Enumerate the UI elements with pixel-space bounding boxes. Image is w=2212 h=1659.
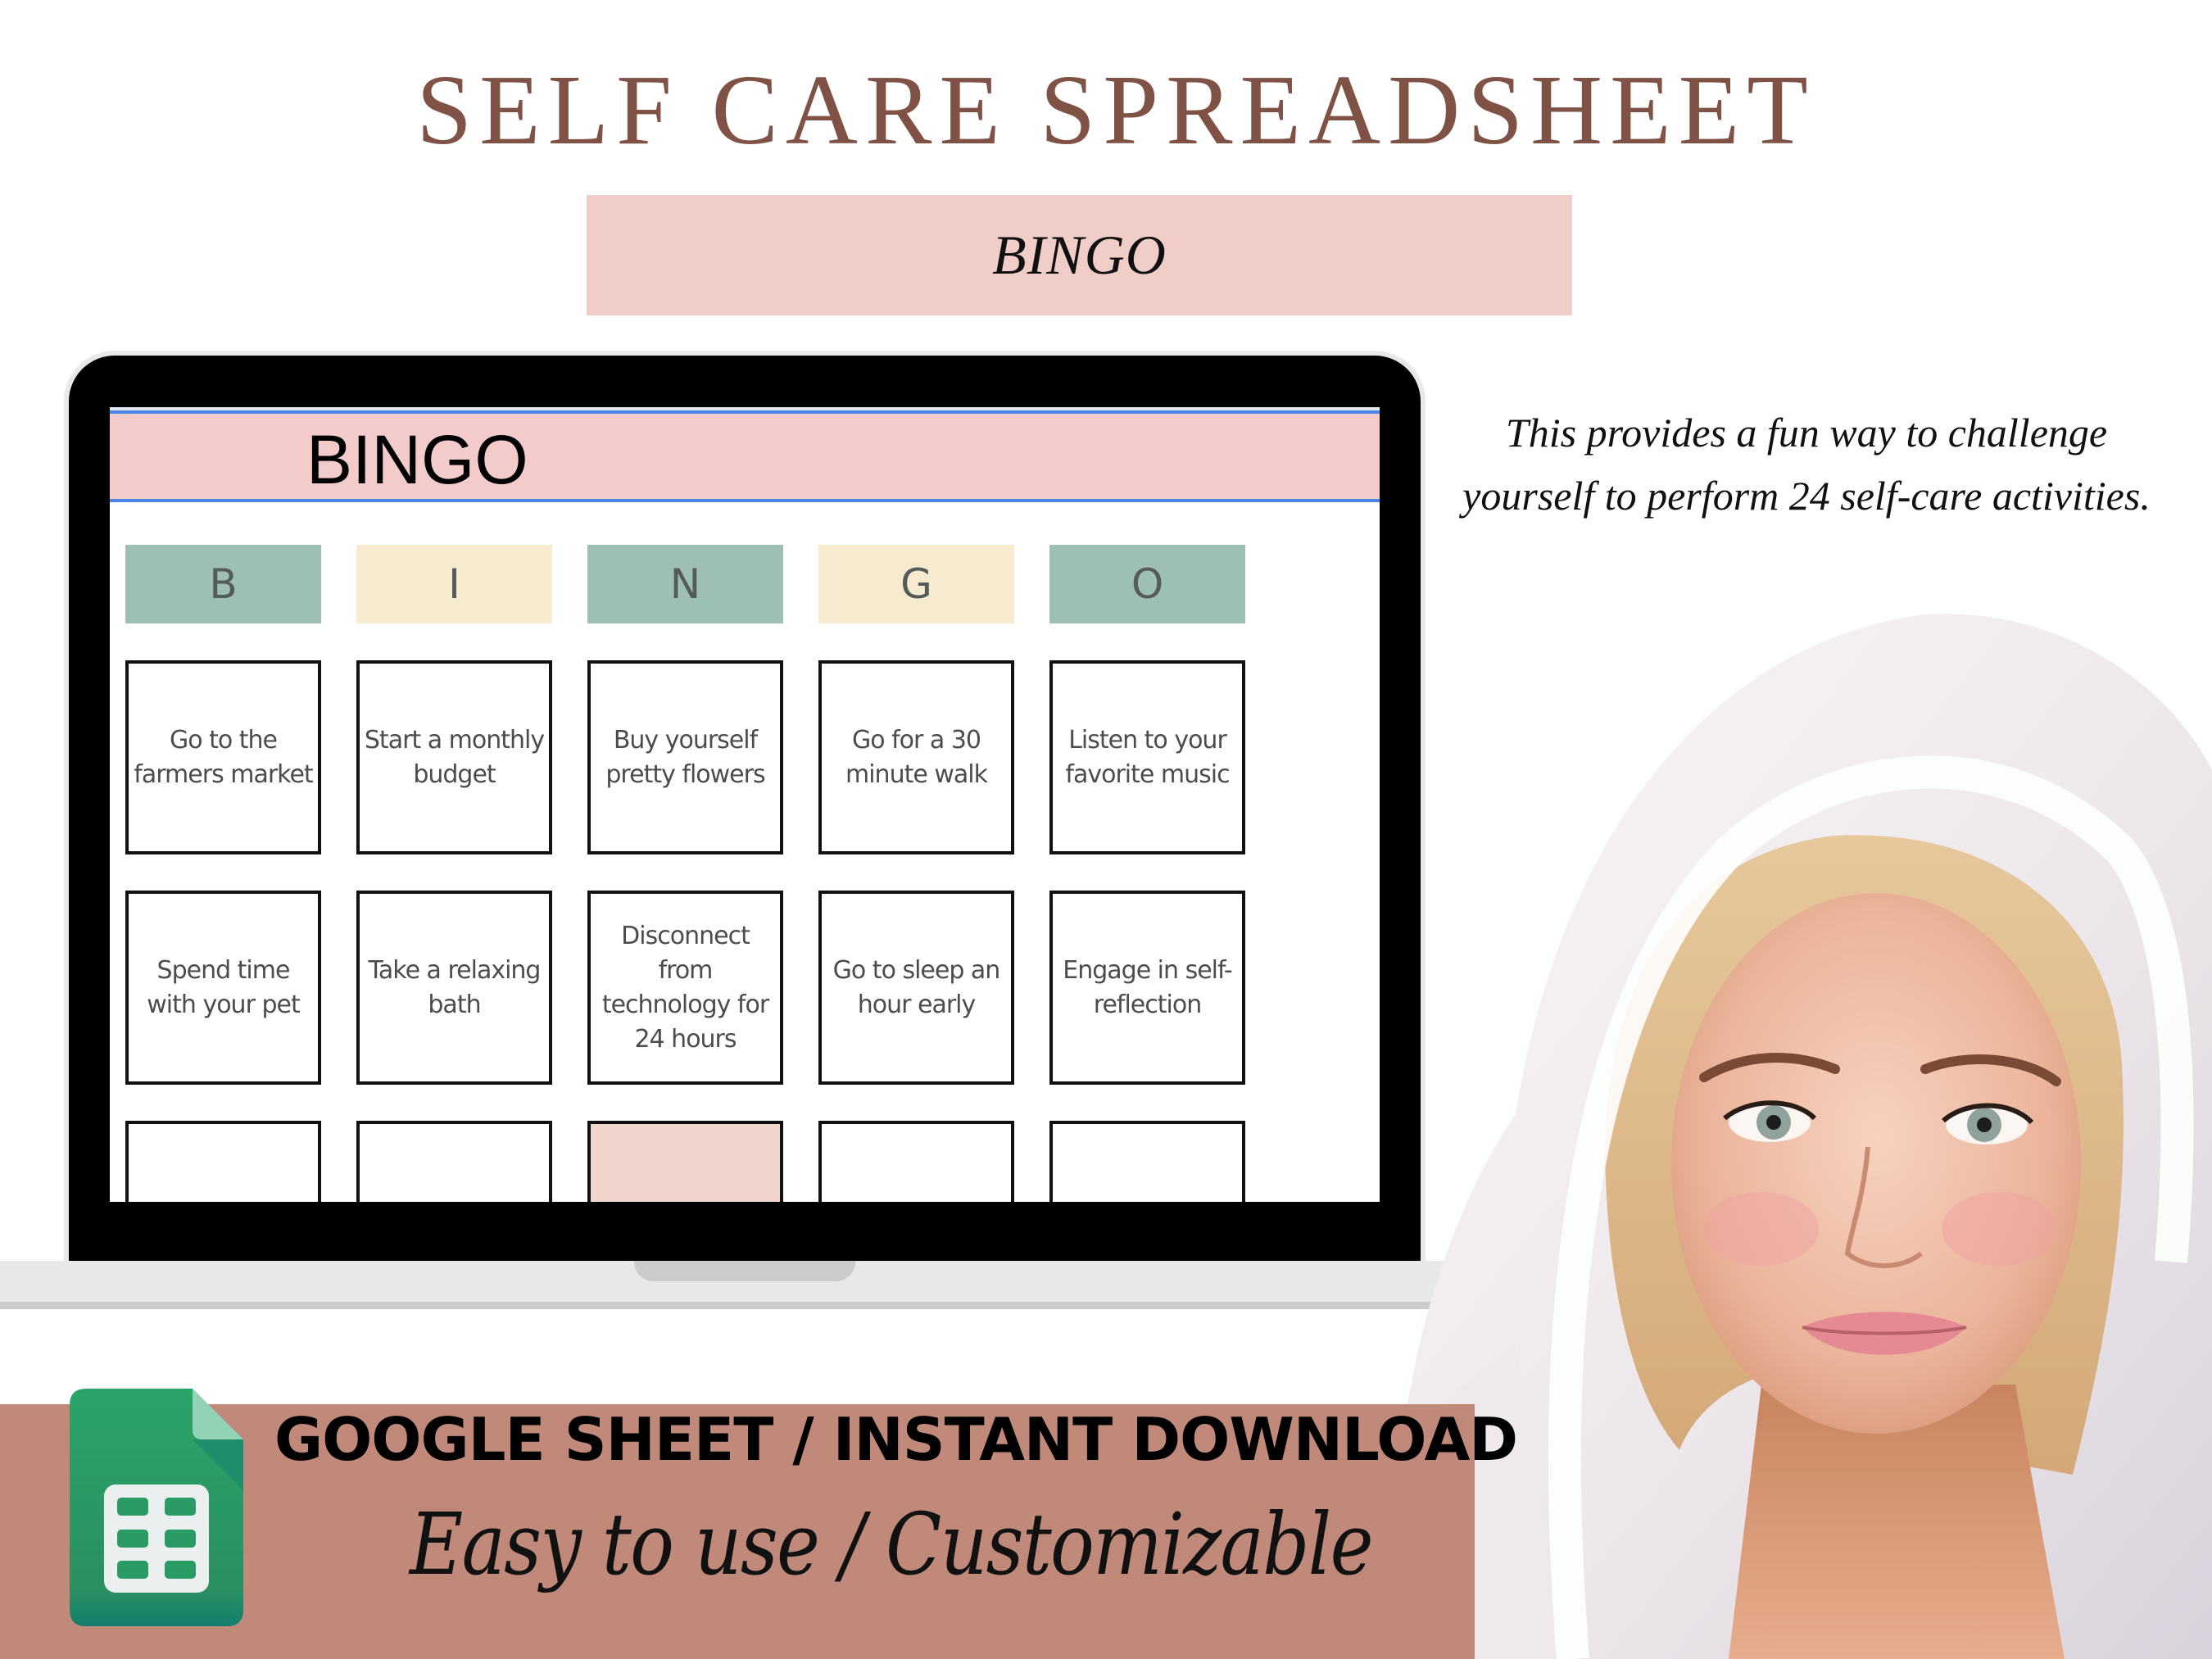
column-header-o[interactable]: O (1049, 545, 1245, 623)
banner-tagline: Easy to use / Customizable (410, 1494, 1373, 1594)
bingo-cell-text: Disconnect from technology for 24 hours (601, 921, 769, 1054)
google-sheets-icon (70, 1389, 243, 1626)
bingo-cell[interactable]: Buy yourself pretty flowers (587, 660, 783, 854)
laptop-screen: BINGO B I N G O Go to the farmers market Start… (110, 407, 1380, 1202)
sheet-title-row[interactable]: BINGO (110, 410, 1380, 502)
bingo-cell[interactable]: Listen to your favorite music (1049, 660, 1245, 854)
bingo-cell[interactable]: Schedule an (818, 1121, 1014, 1202)
bingo-cell-text: Take a relaxing bath (368, 955, 542, 1019)
bingo-cell[interactable]: Spend time with your pet (125, 891, 321, 1085)
bingo-cell-text: Listen to your favorite music (1065, 725, 1230, 789)
bingo-cell-text: Engage in self-reflection (1063, 955, 1232, 1019)
column-header-i[interactable]: I (356, 545, 552, 623)
sheet-title: BINGO (306, 421, 528, 498)
banner-headline: GOOGLE SHEET / INSTANT DOWNLOAD (274, 1405, 1518, 1474)
bingo-cell[interactable]: Go to the farmers market (125, 660, 321, 854)
description-text: This provides a fun way to challenge you… (1462, 410, 2151, 519)
bingo-cell[interactable]: Disconnect from technology for 24 hours (587, 891, 783, 1085)
bingo-cell-text: Go to sleep an hour early (832, 955, 1001, 1019)
subtitle-text: BINGO (992, 224, 1167, 286)
bingo-cell-text: Spend time with your pet (147, 955, 300, 1019)
bingo-cell[interactable]: Binge-watch (125, 1121, 321, 1202)
bingo-cell-text: Start a monthly budget (364, 725, 545, 789)
column-header-n[interactable]: N (587, 545, 783, 623)
bingo-cell[interactable]: Take a relaxing bath (356, 891, 552, 1085)
bingo-cell[interactable]: Start a monthly budget (356, 660, 552, 854)
bingo-cell[interactable]: Go to sleep an hour early (818, 891, 1014, 1085)
bingo-cell[interactable]: Engage in self-reflection (1049, 891, 1245, 1085)
column-header-b[interactable]: B (125, 545, 321, 623)
subtitle-banner: BINGO (587, 195, 1572, 315)
bingo-cell[interactable]: Drink a glass (356, 1121, 552, 1202)
bingo-cell[interactable]: Go for a 30 minute walk (818, 660, 1014, 854)
bingo-cell-text: Go to the farmers market (134, 725, 313, 789)
laptop-base-edge (0, 1302, 1479, 1309)
bingo-free-space[interactable] (587, 1121, 783, 1202)
column-header-g[interactable]: G (818, 545, 1014, 623)
bingo-cell[interactable]: Cook a healthy and (1049, 1121, 1245, 1202)
laptop-trackpad-notch (634, 1261, 855, 1281)
bingo-cell-text: Go for a 30 minute walk (845, 725, 988, 789)
bingo-cell-text: Buy yourself pretty flowers (605, 725, 765, 789)
page-title: SELF CARE SPREADSHEET (416, 55, 1815, 165)
